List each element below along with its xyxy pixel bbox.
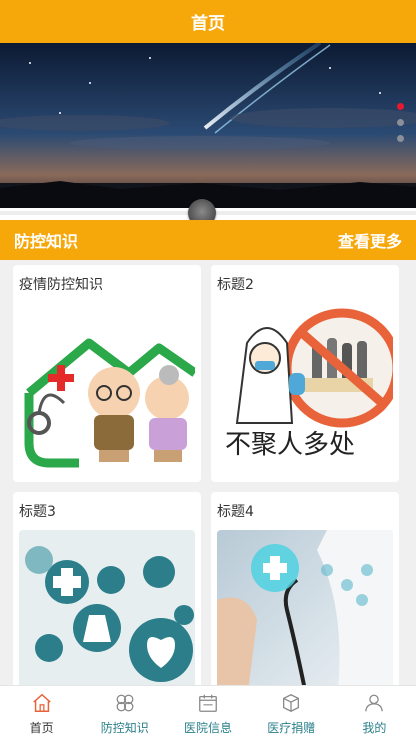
card-title: 标题4 [217, 504, 254, 520]
card-title: 标题2 [217, 277, 254, 293]
card-image: 不聚人多处 [217, 303, 393, 473]
tab-profile[interactable]: 我的 [333, 686, 416, 738]
box-icon [283, 694, 300, 712]
carousel-dot[interactable] [397, 135, 404, 142]
tab-label: 我的 [362, 721, 387, 735]
carousel-banner[interactable] [0, 43, 416, 208]
home-icon [32, 693, 51, 712]
knowledge-grid: 疫情防控知识 标题2 不聚人多处 标题3 标题4 [0, 260, 416, 685]
carousel-dot[interactable] [397, 119, 404, 126]
knowledge-card[interactable]: 标题4 [211, 492, 399, 685]
tab-prevention[interactable]: 防控知识 [83, 686, 166, 738]
carousel-dot[interactable] [397, 103, 404, 110]
tab-donation[interactable]: 医疗捐赠 [250, 686, 333, 738]
tab-hospital[interactable]: 医院信息 [166, 686, 249, 738]
top-header: 首页 [0, 0, 416, 43]
card-image [217, 530, 393, 685]
page-title: 首页 [191, 14, 225, 34]
knowledge-card[interactable]: 标题2 不聚人多处 [211, 265, 399, 482]
section-header: 防控知识 查看更多 [0, 220, 416, 260]
card-title: 标题3 [19, 504, 56, 520]
card-title: 疫情防控知识 [19, 277, 103, 293]
user-icon [365, 694, 384, 712]
card-image [19, 303, 195, 473]
tab-label: 防控知识 [100, 721, 149, 735]
card-image [19, 530, 195, 685]
tab-home[interactable]: 首页 [0, 686, 83, 738]
view-more-link[interactable]: 查看更多 [338, 228, 402, 252]
clover-icon [116, 694, 134, 712]
banner-image [0, 43, 416, 208]
tab-label: 医院信息 [184, 721, 233, 735]
card-image-caption: 不聚人多处 [225, 430, 355, 460]
tab-label: 医疗捐赠 [267, 721, 316, 735]
knowledge-card[interactable]: 标题3 [13, 492, 201, 685]
section-title: 防控知识 [14, 232, 79, 251]
knowledge-card[interactable]: 疫情防控知识 [13, 265, 201, 482]
tab-label: 首页 [29, 721, 54, 735]
carousel-indicators [397, 103, 404, 142]
calendar-icon [199, 694, 217, 712]
bottom-tab-bar: 首页 防控知识 医院信息 医疗捐赠 我的 [0, 685, 416, 738]
